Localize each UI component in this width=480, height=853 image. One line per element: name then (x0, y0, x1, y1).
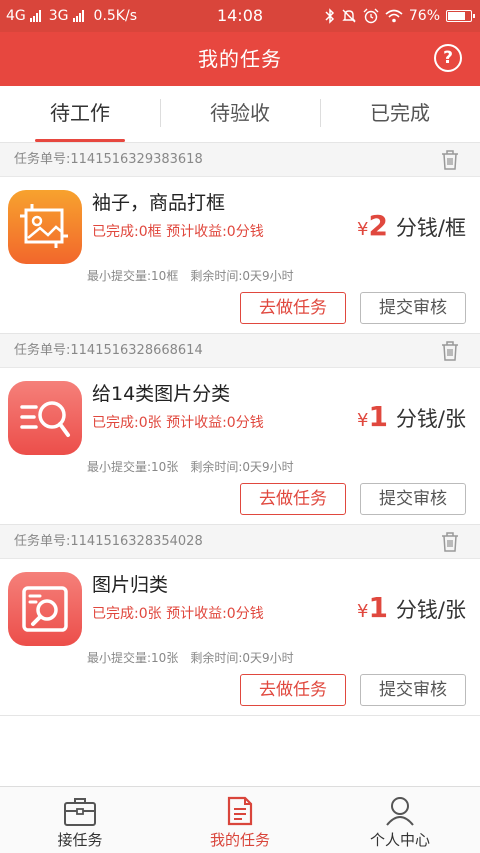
nav-label: 接任务 (57, 831, 103, 849)
list-divider (0, 715, 480, 716)
tab-label: 已完成 (370, 101, 430, 125)
image-search-icon (8, 572, 82, 646)
min-submit: 最小提交量:10张 (87, 651, 179, 665)
briefcase-icon (64, 798, 96, 826)
task-list: 任务单号:1141516329383618 袖子，商品打框 已完成:0框 预计收… (0, 142, 480, 715)
time-left: 剩余时间:0天9小时 (190, 651, 294, 665)
price-symbol: ¥ (356, 219, 369, 240)
page-title: 我的任务 (198, 47, 282, 71)
mute-bell-icon (342, 9, 356, 23)
task-id-bar: 任务单号:1141516328668614 (0, 334, 480, 368)
task-meta: 最小提交量:10张 剩余时间:0天9小时 (87, 649, 294, 666)
document-icon (227, 796, 253, 826)
help-button[interactable]: ? (434, 44, 462, 72)
nav-profile[interactable]: 个人中心 (320, 787, 480, 853)
task-id: 任务单号:1141516328668614 (14, 343, 203, 358)
submit-review-button[interactable]: 提交审核 (360, 674, 466, 706)
task-price: ¥1 分钱/张 (357, 400, 466, 433)
price-unit: 分钱/框 (395, 216, 466, 240)
task-price: ¥1 分钱/张 (357, 591, 466, 624)
header: 我的任务 ? (0, 32, 480, 86)
person-icon (386, 797, 414, 826)
time-left: 剩余时间:0天9小时 (190, 460, 294, 474)
task-meta: 最小提交量:10框 剩余时间:0天9小时 (87, 267, 294, 284)
nav-label: 我的任务 (209, 831, 270, 849)
nav-accept-tasks[interactable]: 接任务 (0, 787, 160, 853)
tab-bar: 待工作 待验收 已完成 (0, 86, 480, 142)
do-task-button[interactable]: 去做任务 (240, 292, 346, 324)
do-task-button[interactable]: 去做任务 (240, 483, 346, 515)
price-unit: 分钱/张 (395, 407, 466, 431)
task-card: 任务单号:1141516328668614 给14类图片分类 已完成:0张 预计… (0, 333, 480, 524)
screen: 4G 3G 0.5K/s 14:08 76% 我的任务 ? 待工作 待验收 已完… (0, 0, 480, 853)
status-right: 76% (325, 0, 475, 32)
task-id: 任务单号:1141516329383618 (14, 152, 203, 167)
alarm-icon (363, 8, 379, 24)
price-value: 1 (368, 591, 388, 624)
submit-review-button[interactable]: 提交审核 (360, 292, 466, 324)
list-search-icon (8, 381, 82, 455)
nav-my-tasks[interactable]: 我的任务 (160, 787, 320, 853)
tab-completed[interactable]: 已完成 (320, 86, 480, 142)
task-id-bar: 任务单号:1141516329383618 (0, 143, 480, 177)
bottom-nav: 接任务 我的任务 个人中心 (0, 786, 480, 853)
price-symbol: ¥ (356, 601, 369, 622)
trash-icon[interactable] (440, 531, 460, 553)
price-symbol: ¥ (356, 410, 369, 431)
tab-pending-review[interactable]: 待验收 (160, 86, 320, 142)
price-value: 1 (368, 400, 388, 433)
submit-review-button[interactable]: 提交审核 (360, 483, 466, 515)
tab-label: 待验收 (210, 101, 270, 125)
min-submit: 最小提交量:10框 (87, 269, 179, 283)
time-left: 剩余时间:0天9小时 (190, 269, 294, 283)
task-meta: 最小提交量:10张 剩余时间:0天9小时 (87, 458, 294, 475)
task-progress: 已完成:0张 预计收益:0分钱 (92, 415, 264, 431)
price-unit: 分钱/张 (395, 598, 466, 622)
bluetooth-icon (325, 8, 334, 24)
task-id-bar: 任务单号:1141516328354028 (0, 525, 480, 559)
tab-label: 待工作 (50, 101, 110, 125)
task-name: 图片归类 (92, 574, 169, 596)
wifi-icon (385, 9, 403, 23)
task-id: 任务单号:1141516328354028 (14, 534, 203, 549)
task-name: 袖子，商品打框 (92, 192, 226, 214)
battery-percent: 76% (408, 8, 440, 24)
battery-level (448, 12, 465, 20)
task-price: ¥2 分钱/框 (357, 209, 466, 242)
battery-icon (446, 10, 475, 22)
nav-label: 个人中心 (369, 831, 430, 849)
status-bar: 4G 3G 0.5K/s 14:08 76% (0, 0, 480, 32)
trash-icon[interactable] (440, 340, 460, 362)
trash-icon[interactable] (440, 149, 460, 171)
frame-image-icon (8, 190, 82, 264)
task-progress: 已完成:0张 预计收益:0分钱 (92, 606, 264, 622)
task-card: 任务单号:1141516328354028 图片归类 已完成:0张 预计收益:0… (0, 524, 480, 715)
price-value: 2 (368, 209, 388, 242)
min-submit: 最小提交量:10张 (87, 460, 179, 474)
tab-pending-work[interactable]: 待工作 (0, 86, 160, 142)
task-name: 给14类图片分类 (92, 383, 231, 405)
task-card: 任务单号:1141516329383618 袖子，商品打框 已完成:0框 预计收… (0, 142, 480, 333)
task-progress: 已完成:0框 预计收益:0分钱 (92, 224, 264, 240)
do-task-button[interactable]: 去做任务 (240, 674, 346, 706)
